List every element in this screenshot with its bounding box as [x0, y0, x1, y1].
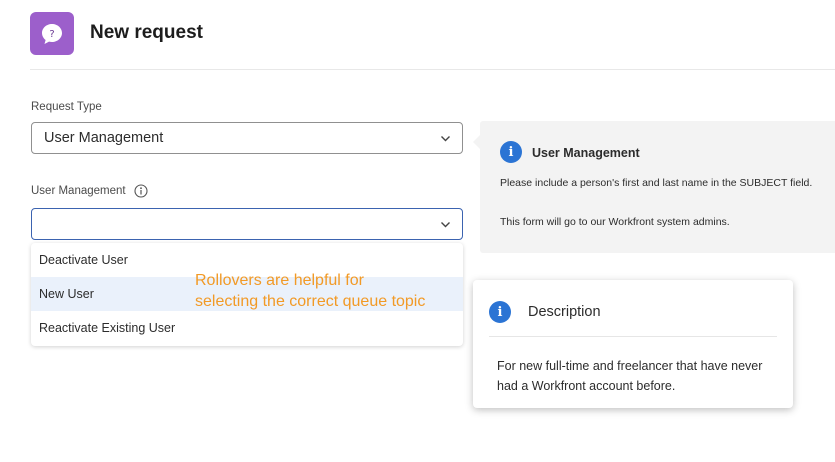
chevron-down-icon	[441, 222, 450, 228]
info-icon: i	[500, 141, 522, 163]
description-divider	[489, 336, 777, 337]
new-request-page: ? New request Request Type User Manageme…	[0, 0, 835, 462]
info-panel-title: User Management	[532, 146, 640, 160]
question-bubble-icon: ?	[30, 12, 74, 55]
annotation-line-1: Rollovers are helpful for	[195, 272, 364, 289]
info-outline-icon[interactable]	[134, 184, 148, 198]
annotation-line-2: selecting the correct queue topic	[195, 293, 426, 310]
user-management-select[interactable]	[31, 208, 463, 240]
dropdown-option-reactivate-existing-user[interactable]: Reactivate Existing User	[31, 311, 463, 345]
description-tooltip-card: i Description For new full-time and free…	[473, 280, 793, 408]
chevron-down-icon	[441, 136, 450, 142]
info-panel-line-1: Please include a person's first and last…	[500, 177, 813, 189]
request-type-label: Request Type	[31, 101, 102, 113]
svg-text:?: ?	[49, 29, 54, 40]
request-type-select[interactable]: User Management	[31, 122, 463, 154]
info-panel-line-2: This form will go to our Workfront syste…	[500, 216, 730, 228]
user-management-info-panel: i User Management Please include a perso…	[473, 121, 835, 253]
user-management-label-row: User Management	[31, 184, 148, 198]
request-type-value: User Management	[44, 130, 164, 146]
description-title: Description	[528, 304, 601, 320]
header-divider	[30, 69, 835, 70]
user-management-label: User Management	[31, 185, 126, 197]
page-title: New request	[90, 22, 203, 43]
info-icon: i	[489, 301, 511, 323]
description-body: For new full-time and freelancer that ha…	[497, 359, 763, 393]
annotation-text: Rollovers are helpful for selecting the …	[195, 270, 425, 312]
